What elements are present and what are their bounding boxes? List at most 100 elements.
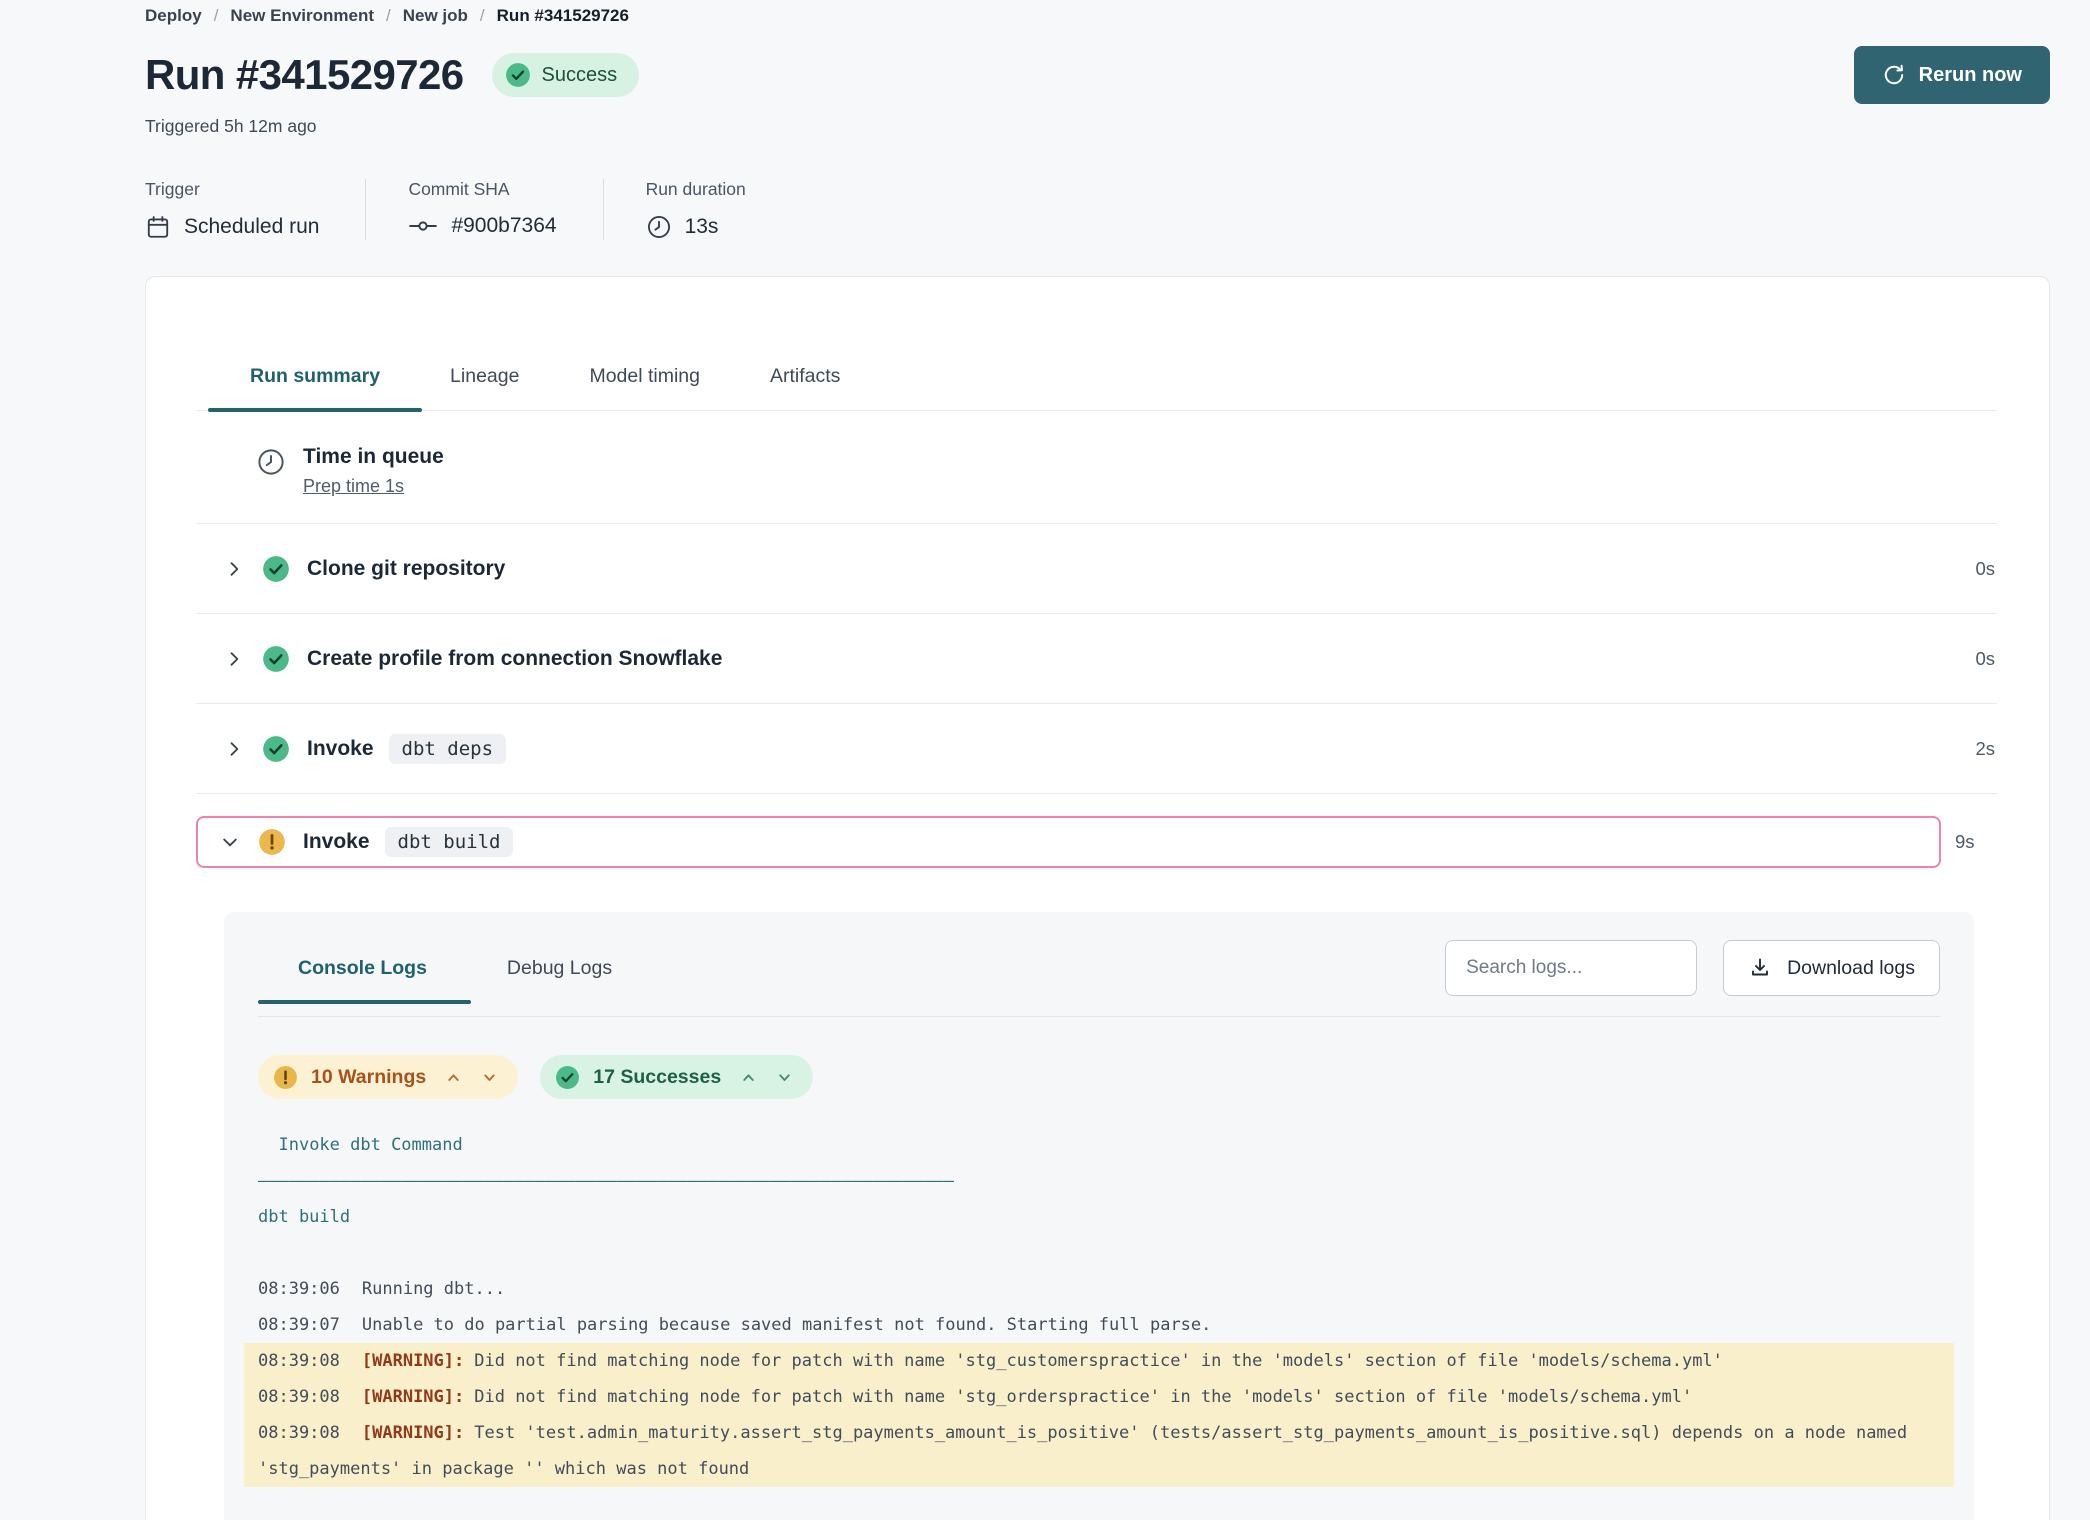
step-duration: 9s <box>1955 831 1997 853</box>
chevron-down-icon[interactable] <box>481 1069 498 1086</box>
check-circle-icon <box>505 62 531 88</box>
log-line: 08:39:06 Running dbt... <box>244 1271 1954 1307</box>
status-badge-label: Success <box>542 64 618 87</box>
meta-duration-label: Run duration <box>646 179 746 200</box>
warning-label: [WARNING]: <box>362 1387 464 1407</box>
breadcrumb-current-run: Run #341529726 <box>497 6 629 26</box>
step-invoke-dbt-deps[interactable]: Invoke dbt deps 2s <box>196 704 1997 794</box>
run-meta: Trigger Scheduled run Commit SHA #900b73… <box>145 179 2050 240</box>
tab-artifacts[interactable]: Artifacts <box>768 357 842 410</box>
log-header: Console Logs Debug Logs Download logs <box>258 940 1940 1017</box>
breadcrumb-separator: / <box>214 6 219 26</box>
run-detail-page: Deploy / New Environment / New job / Run… <box>0 0 2090 1520</box>
breadcrumb: Deploy / New Environment / New job / Run… <box>145 4 2050 26</box>
breadcrumb-new-environment[interactable]: New Environment <box>230 6 374 26</box>
run-summary-card: Run summary Lineage Model timing Artifac… <box>145 276 2050 1520</box>
breadcrumb-separator: / <box>480 6 485 26</box>
log-timestamp: 08:39:07 <box>258 1315 340 1335</box>
log-message: Test 'test.admin_maturity.assert_stg_pay… <box>258 1423 1917 1479</box>
log-divider: ————————————————————————————————————————… <box>244 1163 1954 1199</box>
rerun-now-button[interactable]: Rerun now <box>1854 46 2050 104</box>
step-invoke-dbt-build[interactable]: Invoke dbt build <box>196 816 1941 868</box>
log-message: Running dbt... <box>362 1279 505 1299</box>
log-tabs: Console Logs Debug Logs <box>258 957 612 980</box>
warning-label: [WARNING]: <box>362 1351 464 1371</box>
log-timestamp: 08:39:06 <box>258 1279 340 1299</box>
successes-badge[interactable]: 17 Successes <box>540 1055 813 1099</box>
console-log-output: Invoke dbt Command —————————————————————… <box>258 1127 1940 1487</box>
log-blank-line <box>258 1235 1940 1271</box>
rerun-now-label: Rerun now <box>1919 64 2022 87</box>
log-controls: Download logs <box>1445 940 1940 996</box>
log-filter-badges: 10 Warnings 17 Successes <box>258 1055 1940 1099</box>
log-timestamp: 08:39:08 <box>258 1351 340 1371</box>
step-command-chip: dbt build <box>385 827 514 857</box>
meta-commit: Commit SHA #900b7364 <box>365 179 602 240</box>
log-timestamp: 08:39:08 <box>258 1387 340 1407</box>
chevron-down-icon[interactable] <box>220 832 240 852</box>
meta-duration-value: 13s <box>685 215 719 239</box>
chevron-right-icon[interactable] <box>224 649 244 669</box>
successes-badge-label: 17 Successes <box>593 1066 721 1089</box>
chevron-up-icon[interactable] <box>445 1069 462 1086</box>
search-logs-input[interactable] <box>1445 940 1697 996</box>
refresh-icon <box>1882 63 1906 87</box>
triggered-time: Triggered 5h 12m ago <box>145 116 2050 137</box>
warning-label: [WARNING]: <box>362 1423 464 1443</box>
meta-trigger-label: Trigger <box>145 179 319 200</box>
log-line-warning: 08:39:08 [WARNING]: Did not find matching … <box>244 1379 1954 1415</box>
warnings-badge[interactable]: 10 Warnings <box>258 1055 518 1099</box>
download-logs-button[interactable]: Download logs <box>1723 940 1940 996</box>
chevron-up-icon[interactable] <box>740 1069 757 1086</box>
tab-model-timing[interactable]: Model timing <box>587 357 702 410</box>
time-in-queue-title: Time in queue <box>303 445 444 469</box>
log-message: Did not find matching node for patch wit… <box>474 1387 1692 1407</box>
breadcrumb-separator: / <box>386 6 391 26</box>
page-title: Run #341529726 <box>145 51 464 99</box>
tab-console-logs[interactable]: Console Logs <box>298 957 427 980</box>
run-tabs: Run summary Lineage Model timing Artifac… <box>196 357 1997 411</box>
warning-circle-icon <box>273 1065 298 1090</box>
meta-duration: Run duration 13s <box>603 179 792 240</box>
breadcrumb-deploy[interactable]: Deploy <box>145 6 202 26</box>
meta-trigger-value: Scheduled run <box>184 215 319 239</box>
step-title: Invoke <box>307 737 374 761</box>
breadcrumb-new-job[interactable]: New job <box>403 6 468 26</box>
download-icon <box>1748 956 1772 980</box>
prep-time-link[interactable]: Prep time 1s <box>303 476 404 497</box>
success-check-icon <box>262 555 290 583</box>
step-title: Invoke <box>303 830 370 854</box>
step-duration: 0s <box>1975 558 1997 580</box>
log-message: Did not find matching node for patch wit… <box>474 1351 1723 1371</box>
meta-commit-value[interactable]: #900b7364 <box>451 214 556 238</box>
log-line-warning: 08:39:08[WARNING]:Test 'test.admin_matur… <box>244 1415 1954 1487</box>
status-badge: Success <box>492 53 640 97</box>
tab-run-summary[interactable]: Run summary <box>248 357 382 410</box>
step-invoke-dbt-build-row: Invoke dbt build 9s <box>196 816 1997 868</box>
step-duration: 2s <box>1975 738 1997 760</box>
time-in-queue-block: Time in queue Prep time 1s <box>196 411 1997 524</box>
step-title: Create profile from connection Snowflake <box>307 647 722 671</box>
chevron-right-icon[interactable] <box>224 739 244 759</box>
success-check-icon <box>262 735 290 763</box>
log-command-header: Invoke dbt Command <box>244 1127 1954 1163</box>
chevron-down-icon[interactable] <box>776 1069 793 1086</box>
calendar-icon <box>145 214 171 240</box>
tab-lineage[interactable]: Lineage <box>448 357 521 410</box>
check-circle-icon <box>555 1065 580 1090</box>
step-title: Clone git repository <box>307 557 505 581</box>
success-check-icon <box>262 645 290 673</box>
log-command: dbt build <box>244 1199 1954 1235</box>
step-duration: 0s <box>1975 648 1997 670</box>
tab-debug-logs[interactable]: Debug Logs <box>507 957 612 980</box>
chevron-right-icon[interactable] <box>224 559 244 579</box>
log-panel: Console Logs Debug Logs Download logs <box>224 912 1974 1520</box>
meta-commit-label: Commit SHA <box>408 179 556 200</box>
step-create-profile-snowflake[interactable]: Create profile from connection Snowflake… <box>196 614 1997 704</box>
warnings-badge-label: 10 Warnings <box>311 1066 426 1089</box>
clock-icon <box>646 214 672 240</box>
meta-trigger: Trigger Scheduled run <box>145 179 365 240</box>
download-logs-label: Download logs <box>1787 957 1915 980</box>
step-clone-git-repository[interactable]: Clone git repository 0s <box>196 524 1997 614</box>
log-line-warning: 08:39:08 [WARNING]: Did not find matching … <box>244 1343 1954 1379</box>
